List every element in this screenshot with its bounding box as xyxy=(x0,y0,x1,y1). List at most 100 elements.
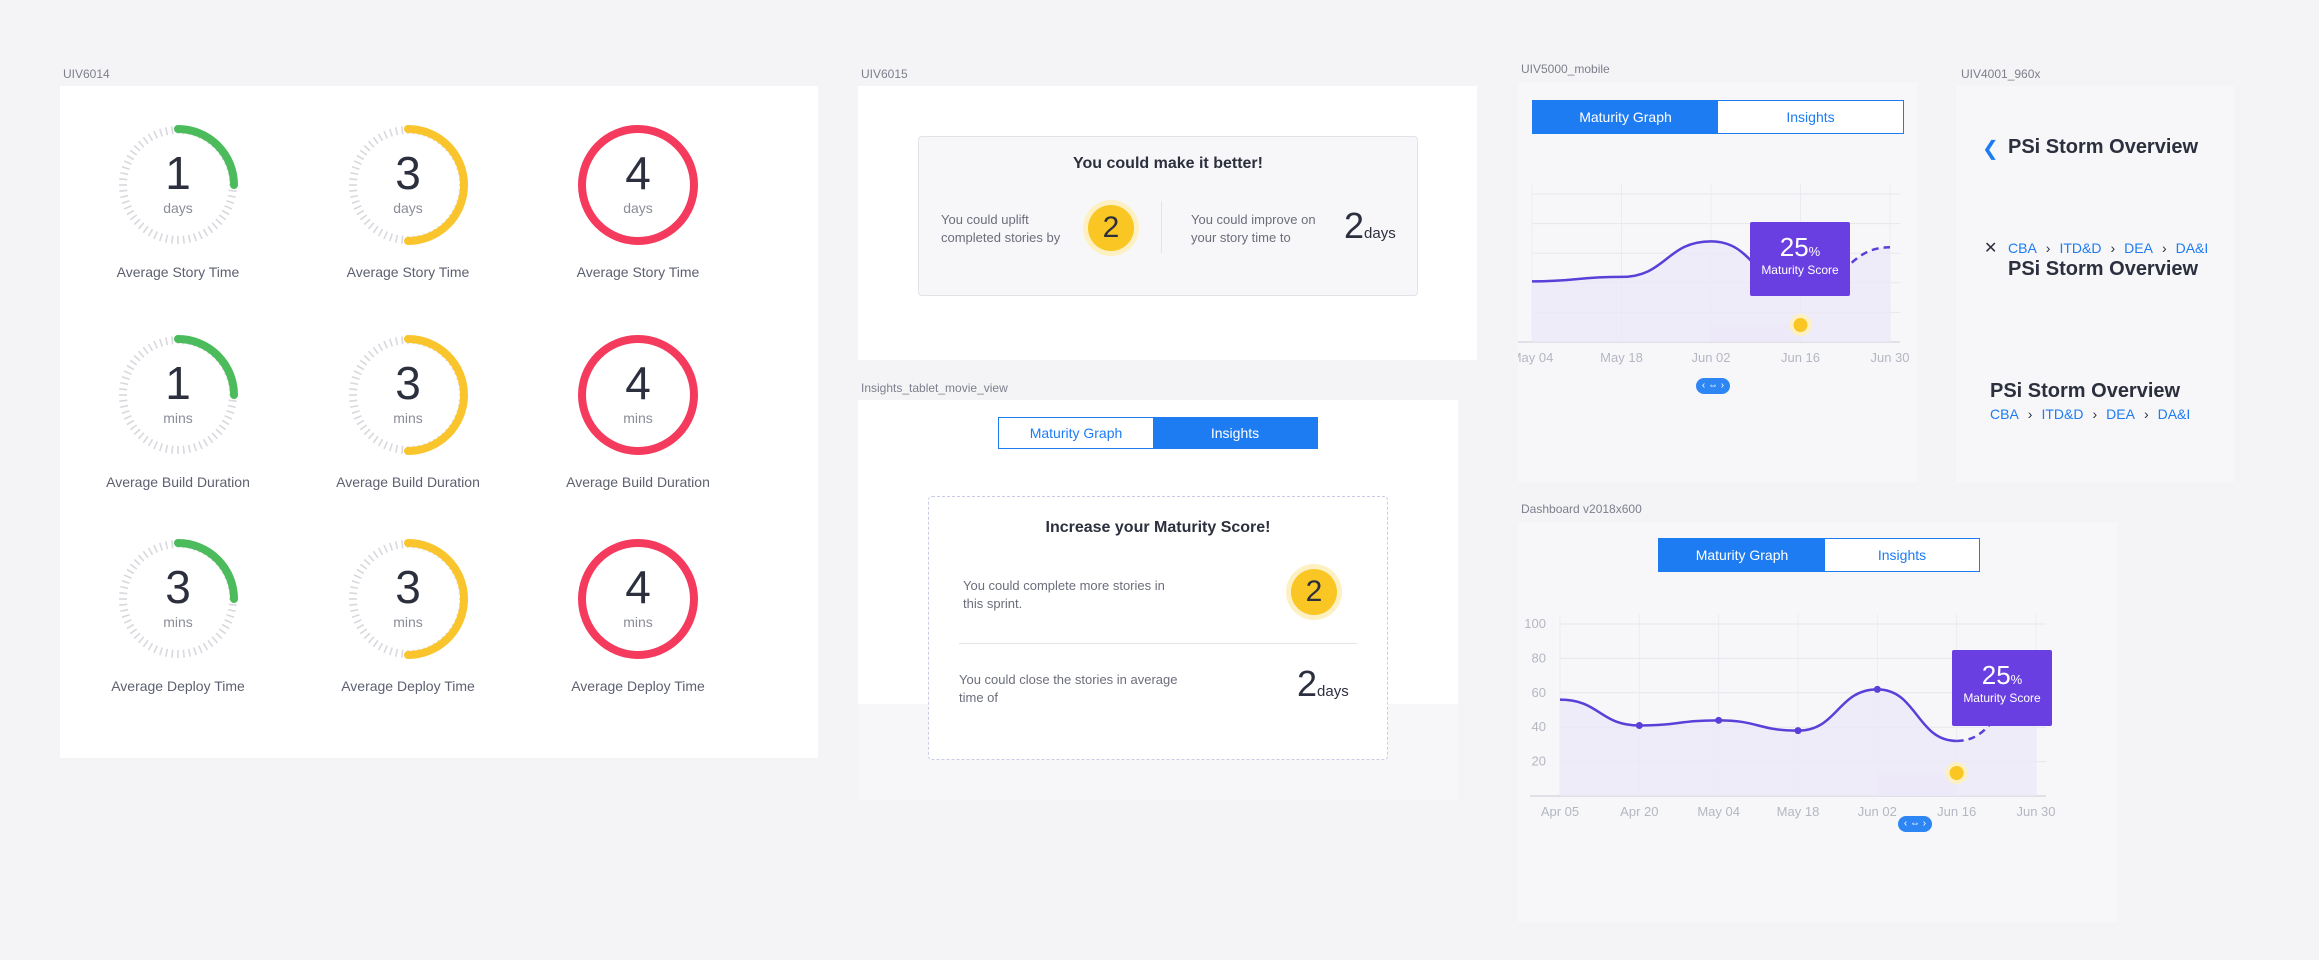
gauge-value: 1 xyxy=(165,147,191,199)
tab-insights[interactable]: Insights xyxy=(1718,101,1903,133)
gauge-caption: Average Deploy Time xyxy=(571,678,705,694)
crumb-dai[interactable]: DA&I xyxy=(2176,240,2209,256)
y-tick-label: 100 xyxy=(1524,616,1546,631)
back-chevron-icon[interactable]: ❮ xyxy=(1982,136,1999,161)
gauge-tick xyxy=(215,632,223,640)
maturity-card-title: Increase your Maturity Score! xyxy=(1045,519,1271,536)
y-tick-label: 20 xyxy=(1532,754,1546,769)
gauge-tick xyxy=(171,540,174,549)
gauge-card: 3 mins Average Deploy Time xyxy=(290,536,520,716)
gauge-tick xyxy=(164,648,169,657)
gauge-card: 4 days Average Story Time xyxy=(520,122,750,302)
tab-insights[interactable]: Insights xyxy=(1153,418,1317,448)
crumb-dea[interactable]: DEA xyxy=(2106,406,2135,422)
crumb-cba[interactable]: CBA xyxy=(1990,406,2019,422)
crumb-itdd[interactable]: ITD&D xyxy=(2041,406,2083,422)
gauge-tick xyxy=(383,645,388,654)
gauge-tick xyxy=(133,218,141,226)
gauge-tick xyxy=(147,133,154,142)
gauge-tick xyxy=(207,639,214,648)
gauge-tick xyxy=(133,428,141,436)
gauge-tick xyxy=(182,235,185,244)
gauge-tick xyxy=(198,231,203,240)
gauge-unit: mins xyxy=(393,614,423,630)
dashboard-tabs: Maturity Graph Insights xyxy=(1658,538,1980,572)
gauge-tick xyxy=(142,225,149,234)
gauge-card: 1 mins Average Build Duration xyxy=(60,332,290,512)
gauge-caption: Average Story Time xyxy=(346,264,470,280)
gauge-tick xyxy=(164,541,169,550)
gauge-tick xyxy=(394,234,399,243)
frame-label-mobile: UIV5000_mobile xyxy=(1521,62,1610,76)
gauge-tick xyxy=(394,337,399,346)
gauge-tick xyxy=(383,441,388,450)
frame-label-uiv4001: UIV4001_960x xyxy=(1961,67,2041,81)
crumb-cba[interactable]: CBA xyxy=(2008,240,2037,256)
row2-text: You could close the stories in average t… xyxy=(959,672,1178,705)
tab-maturity-graph[interactable]: Maturity Graph xyxy=(1659,539,1825,571)
insight-card-title: You could make it better! xyxy=(1073,155,1263,172)
tablet-panel: Maturity Graph Insights Increase your Ma… xyxy=(858,400,1458,800)
gauge-tick xyxy=(164,234,169,243)
gauge-tick xyxy=(187,234,192,243)
gauge-tick xyxy=(401,336,404,345)
gauge-tick xyxy=(377,228,384,237)
crumb-dea[interactable]: DEA xyxy=(2124,240,2153,256)
data-point xyxy=(1635,721,1643,729)
dashboard-maturity-chart: 20 40 60 80 100 Apr 05 Apr 20 May 04 May 18 Jun 0… xyxy=(1524,614,2056,819)
x-tick-label: Jun 16 xyxy=(1781,350,1820,365)
gauge-tick xyxy=(153,340,158,349)
gauge-tick xyxy=(147,438,154,447)
gauge-tick xyxy=(389,233,394,242)
tab-insights[interactable]: Insights xyxy=(1825,539,1979,571)
gauge-tick xyxy=(389,647,394,656)
gauge-tick xyxy=(367,140,375,148)
mobile-tabs: Maturity Graph Insights xyxy=(1532,100,1904,134)
gauge-tick xyxy=(383,544,388,553)
gauge-tick xyxy=(142,136,149,145)
gauge-tick xyxy=(137,140,145,148)
row1-text: You could complete more stories in this … xyxy=(963,578,1165,611)
tab-maturity-graph[interactable]: Maturity Graph xyxy=(1533,101,1718,133)
gauge-tick xyxy=(153,231,158,240)
range-handle[interactable]: ‹ ⇔ › xyxy=(1898,816,1932,832)
gauge-caption: Average Build Duration xyxy=(566,474,710,490)
gauge-tick xyxy=(153,645,158,654)
gauge-tick xyxy=(215,218,223,226)
gauge-tick xyxy=(153,441,158,450)
data-point xyxy=(1715,716,1723,724)
gauge-value: 3 xyxy=(165,561,191,613)
gauge-tick xyxy=(383,130,388,139)
gauge-tick xyxy=(198,441,203,450)
gauge-caption: Average Deploy Time xyxy=(111,678,245,694)
gauge-tick xyxy=(171,126,174,135)
x-tick-label: Jun 02 xyxy=(1691,350,1730,365)
crumb-itdd[interactable]: ITD&D xyxy=(2059,240,2101,256)
gauge-caption: Average Story Time xyxy=(116,264,240,280)
gauge-tick xyxy=(147,343,154,352)
row1-value-badge: 2 xyxy=(1291,569,1337,615)
close-icon[interactable]: ✕ xyxy=(1984,238,1997,258)
mobile-panel: Maturity Graph Insights 20406080100May 0… xyxy=(1518,82,1918,482)
gauge-tick xyxy=(377,642,384,651)
gauge-value: 4 xyxy=(625,147,651,199)
x-tick-label: Jun 02 xyxy=(1858,804,1897,819)
gauge-tick xyxy=(142,346,149,355)
gauge-tick xyxy=(147,228,154,237)
gauge-tick xyxy=(389,542,394,551)
gauge-caption: Average Story Time xyxy=(576,264,700,280)
frame-label-tablet: Insights_tablet_movie_view xyxy=(861,381,1008,395)
gauge-tick xyxy=(367,636,375,644)
tab-maturity-graph[interactable]: Maturity Graph xyxy=(999,418,1153,448)
chevron-right-icon: › xyxy=(2143,406,2149,422)
x-tick-label: May 18 xyxy=(1777,804,1820,819)
gauge-unit: days xyxy=(393,200,423,216)
gauge-tick xyxy=(182,445,185,454)
gauge-card: 3 mins Average Build Duration xyxy=(290,332,520,512)
gauge-tick xyxy=(372,550,379,559)
crumb-dai[interactable]: DA&I xyxy=(2158,406,2191,422)
gauge-tick xyxy=(159,542,164,551)
gauge-tick xyxy=(137,222,145,230)
maturity-insight-card: Increase your Maturity Score! You could … xyxy=(928,496,1388,760)
range-handle[interactable]: ‹ ⇔ › xyxy=(1696,378,1730,394)
